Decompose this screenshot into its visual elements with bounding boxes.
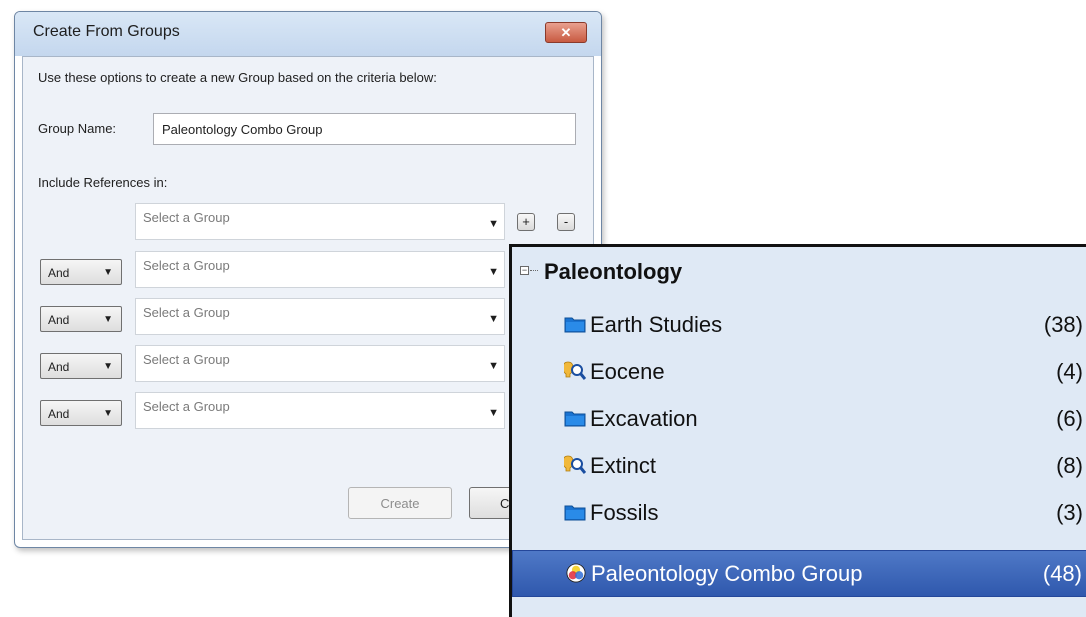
tree-item-paleontology-combo-group[interactable]: Paleontology Combo Group (48) bbox=[512, 550, 1086, 597]
tree-item-label: Eocene bbox=[590, 359, 665, 384]
criteria-row: And ▼ Select a Group ▼ bbox=[23, 344, 593, 384]
tree-item-fossils[interactable]: Fossils (3) bbox=[512, 490, 1086, 537]
criteria-row: And ▼ Select a Group ▼ bbox=[23, 250, 593, 290]
dropdown-arrow-icon: ▼ bbox=[488, 313, 499, 325]
operator-select[interactable]: And ▼ bbox=[40, 353, 122, 379]
folder-icon bbox=[564, 411, 586, 427]
group-set-header[interactable]: − Paleontology bbox=[512, 247, 1086, 302]
dropdown-arrow-icon: ▼ bbox=[103, 314, 113, 325]
dropdown-arrow-icon: ▼ bbox=[488, 266, 499, 278]
group-select-value: Select a Group bbox=[143, 352, 230, 367]
dropdown-arrow-icon: ▼ bbox=[488, 218, 499, 230]
plus-icon: + bbox=[522, 214, 530, 229]
operator-value: And bbox=[48, 407, 70, 421]
dialog-title: Create From Groups bbox=[33, 23, 180, 40]
criteria-row: And ▼ Select a Group ▼ bbox=[23, 297, 593, 337]
group-select-value: Select a Group bbox=[143, 305, 230, 320]
folder-icon bbox=[564, 317, 586, 333]
include-references-label: Include References in: bbox=[38, 175, 168, 190]
criteria-row: And ▼ Select a Group ▼ bbox=[23, 391, 593, 431]
operator-value: And bbox=[48, 266, 70, 280]
tree-item-count: (38) bbox=[1043, 312, 1083, 337]
operator-select[interactable]: And ▼ bbox=[40, 400, 122, 426]
operator-select[interactable]: And ▼ bbox=[40, 306, 122, 332]
tree-item-label: Earth Studies bbox=[590, 312, 723, 337]
groups-tree-panel: − Paleontology Earth Studies (38) Eocene… bbox=[509, 244, 1086, 617]
tree-item-label: Extinct bbox=[590, 453, 657, 478]
smart-group-icon bbox=[564, 455, 586, 474]
group-select-value: Select a Group bbox=[143, 258, 230, 273]
instructions-text: Use these options to create a new Group … bbox=[38, 70, 437, 85]
folder-icon bbox=[564, 505, 586, 521]
tree-item-count: (48) bbox=[1042, 561, 1082, 586]
group-select[interactable]: Select a Group ▼ bbox=[135, 251, 505, 288]
group-select[interactable]: Select a Group ▼ bbox=[135, 298, 505, 335]
tree-item-count: (4) bbox=[1056, 359, 1083, 384]
tree-item-count: (6) bbox=[1056, 406, 1083, 431]
group-select[interactable]: Select a Group ▼ bbox=[135, 392, 505, 429]
dialog-titlebar[interactable]: Create From Groups ✕ bbox=[15, 12, 601, 56]
dropdown-arrow-icon: ▼ bbox=[488, 407, 499, 419]
tree-item-extinct[interactable]: Extinct (8) bbox=[512, 443, 1086, 490]
group-set-title: Paleontology bbox=[544, 259, 683, 284]
dropdown-arrow-icon: ▼ bbox=[103, 361, 113, 372]
combo-group-icon bbox=[566, 563, 586, 583]
minus-icon: - bbox=[563, 214, 569, 229]
tree-item-eocene[interactable]: Eocene (4) bbox=[512, 349, 1086, 396]
group-name-input[interactable] bbox=[153, 113, 576, 145]
tree-item-count: (3) bbox=[1056, 500, 1083, 525]
operator-select[interactable]: And ▼ bbox=[40, 259, 122, 285]
tree-item-label: Excavation bbox=[590, 406, 698, 431]
create-button[interactable]: Create bbox=[348, 487, 452, 519]
add-row-button[interactable]: + bbox=[517, 213, 535, 231]
group-name-label: Group Name: bbox=[38, 121, 117, 136]
tree-item-earth-studies[interactable]: Earth Studies (38) bbox=[512, 302, 1086, 349]
tree-item-label: Fossils bbox=[590, 500, 659, 525]
group-select-value: Select a Group bbox=[143, 399, 230, 414]
close-button[interactable]: ✕ bbox=[545, 22, 587, 43]
criteria-row: Select a Group ▼ + - bbox=[23, 202, 593, 242]
operator-value: And bbox=[48, 313, 70, 327]
tree-item-label: Paleontology Combo Group bbox=[591, 561, 863, 586]
tree-item-count: (8) bbox=[1056, 453, 1083, 478]
remove-row-button[interactable]: - bbox=[557, 213, 575, 231]
group-select[interactable]: Select a Group ▼ bbox=[135, 345, 505, 382]
tree-item-excavation[interactable]: Excavation (6) bbox=[512, 396, 1086, 443]
group-select[interactable]: Select a Group ▼ bbox=[135, 203, 505, 240]
dropdown-arrow-icon: ▼ bbox=[103, 267, 113, 278]
close-icon: ✕ bbox=[560, 24, 572, 40]
group-select-value: Select a Group bbox=[143, 210, 230, 225]
tree-connector bbox=[530, 270, 538, 271]
smart-group-icon bbox=[564, 361, 586, 380]
dropdown-arrow-icon: ▼ bbox=[103, 408, 113, 419]
operator-value: And bbox=[48, 360, 70, 374]
collapse-icon[interactable]: − bbox=[520, 266, 529, 275]
dropdown-arrow-icon: ▼ bbox=[488, 360, 499, 372]
